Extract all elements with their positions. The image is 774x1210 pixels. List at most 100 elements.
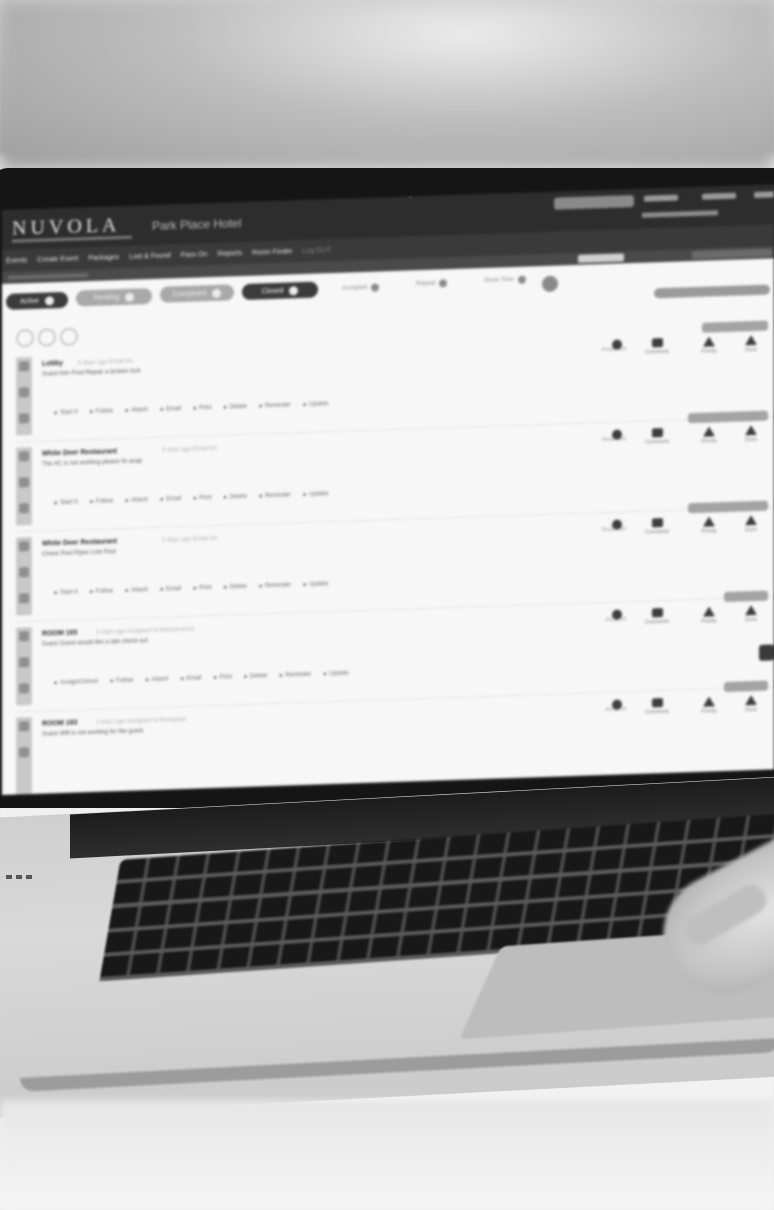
tool-icon[interactable] [19, 683, 29, 694]
action-reminder[interactable]: Reminder [259, 582, 291, 589]
header-link-2[interactable] [702, 192, 736, 200]
action-start[interactable]: Start It [54, 589, 78, 596]
toggle-accepted[interactable]: Accepted [342, 283, 380, 292]
action-delete[interactable]: Delete [224, 404, 247, 411]
assign-icon[interactable] [602, 609, 632, 622]
action-attach[interactable]: Attach [125, 587, 148, 594]
tool-icon[interactable] [19, 567, 29, 578]
action-follow[interactable]: Follow [90, 408, 113, 415]
assign-icon[interactable] [602, 519, 632, 532]
tool-icon[interactable] [19, 721, 29, 732]
filter-tab-completed[interactable]: Completed [160, 284, 234, 303]
action-follow[interactable]: Follow [110, 678, 133, 685]
calendar-view-icon[interactable] [60, 327, 78, 347]
tool-icon[interactable] [19, 541, 29, 552]
priority-icon[interactable]: Priority [694, 606, 724, 625]
list-view-icon[interactable] [16, 328, 34, 348]
action-start[interactable]: Start It [54, 499, 78, 506]
done-icon[interactable]: Done [736, 424, 766, 444]
nav-item-logout[interactable]: Log OUT [303, 247, 331, 255]
comments-icon[interactable]: Comments [642, 338, 672, 356]
assign-icon[interactable] [602, 429, 632, 442]
nav-item-reports[interactable]: Reports [218, 250, 243, 258]
header-link-1[interactable] [644, 194, 678, 202]
action-email[interactable]: Email [160, 496, 181, 503]
row-side-tools [16, 537, 32, 616]
priority-icon[interactable]: Priority [694, 426, 724, 445]
header-link-3[interactable] [754, 190, 774, 199]
view-options[interactable] [692, 248, 772, 260]
row-title[interactable]: White Deer Restaurant [42, 538, 117, 547]
priority-icon[interactable]: Priority [694, 336, 724, 355]
nav-item-lost-found[interactable]: Lost & Found [129, 252, 171, 260]
toggle-label: Show Time [484, 277, 514, 285]
grid-view-icon[interactable] [38, 328, 56, 347]
row-title[interactable]: White Deer Restaurant [42, 448, 117, 457]
toggle-show-time[interactable]: Show Time [484, 275, 526, 285]
tool-icon[interactable] [19, 503, 29, 514]
nav-item-create-event[interactable]: Create Event [37, 255, 78, 263]
action-delete[interactable]: Delete [224, 494, 247, 501]
action-update[interactable]: Update [323, 670, 348, 677]
row-title[interactable]: ROOM 193 [42, 719, 77, 727]
comments-icon[interactable]: Comments [642, 428, 672, 446]
tool-icon[interactable] [19, 451, 29, 462]
assign-icon[interactable] [602, 339, 632, 352]
done-icon[interactable]: Done [736, 694, 766, 714]
action-print[interactable]: Print [193, 585, 211, 592]
action-delete[interactable]: Delete [224, 584, 247, 591]
row-meta: 5 days ago Email 5A [162, 535, 218, 544]
side-panel-toggle[interactable] [759, 644, 774, 661]
nav-item-pass-on[interactable]: Pass On [181, 251, 208, 259]
action-attach[interactable]: Attach [145, 676, 168, 683]
row-title[interactable]: Lobby [42, 360, 63, 368]
action-reminder[interactable]: Reminder [279, 672, 311, 679]
action-assign[interactable]: Assign/Unlock [54, 679, 98, 686]
action-attach[interactable]: Attach [125, 497, 148, 504]
action-follow[interactable]: Follow [90, 498, 113, 505]
comments-icon[interactable]: Comments [642, 608, 672, 626]
tool-icon[interactable] [19, 631, 29, 642]
tool-icon[interactable] [19, 593, 29, 604]
action-reminder[interactable]: Reminder [259, 492, 291, 499]
assign-icon[interactable] [602, 699, 632, 712]
action-email[interactable]: Email [180, 675, 202, 682]
priority-icon[interactable]: Priority [694, 696, 724, 715]
nav-item-packages[interactable]: Packages [88, 254, 119, 262]
comments-icon[interactable]: Comments [642, 518, 672, 536]
action-print[interactable]: Print [193, 495, 211, 502]
toggle-repeat[interactable]: Repeat [416, 279, 448, 288]
tool-icon[interactable] [19, 387, 29, 398]
action-email[interactable]: Email [160, 406, 181, 413]
row-title[interactable]: ROOM 193 [42, 629, 77, 637]
action-update[interactable]: Update [303, 581, 328, 588]
date-picker[interactable] [578, 253, 624, 263]
action-email[interactable]: Email [160, 586, 181, 593]
search-box[interactable] [554, 195, 634, 210]
filter-tab-closed[interactable]: Closed [242, 281, 318, 301]
tool-icon[interactable] [19, 413, 29, 424]
priority-icon[interactable]: Priority [694, 516, 724, 535]
nav-item-events[interactable]: Events [6, 257, 27, 265]
comments-icon[interactable]: Comments [642, 698, 672, 716]
filter-tab-active[interactable]: Active [6, 291, 68, 310]
action-print[interactable]: Print [214, 674, 232, 681]
action-update[interactable]: Update [303, 401, 328, 408]
action-print[interactable]: Print [193, 405, 211, 412]
action-follow[interactable]: Follow [90, 588, 113, 595]
action-attach[interactable]: Attach [125, 407, 148, 414]
row-side-tools [16, 357, 32, 436]
tool-icon[interactable] [19, 657, 29, 668]
nav-item-room-finder[interactable]: Room Finder [252, 248, 292, 256]
action-delete[interactable]: Delete [244, 673, 267, 680]
tool-icon[interactable] [19, 361, 29, 372]
tool-icon[interactable] [19, 477, 29, 488]
done-icon[interactable]: Done [736, 334, 766, 354]
done-icon[interactable]: Done [736, 604, 766, 624]
action-start[interactable]: Start It [54, 409, 78, 416]
done-icon[interactable]: Done [736, 514, 766, 534]
action-update[interactable]: Update [303, 491, 328, 498]
tool-icon[interactable] [19, 747, 29, 758]
action-reminder[interactable]: Reminder [259, 402, 291, 409]
filter-tab-pending[interactable]: Pending [76, 288, 152, 307]
